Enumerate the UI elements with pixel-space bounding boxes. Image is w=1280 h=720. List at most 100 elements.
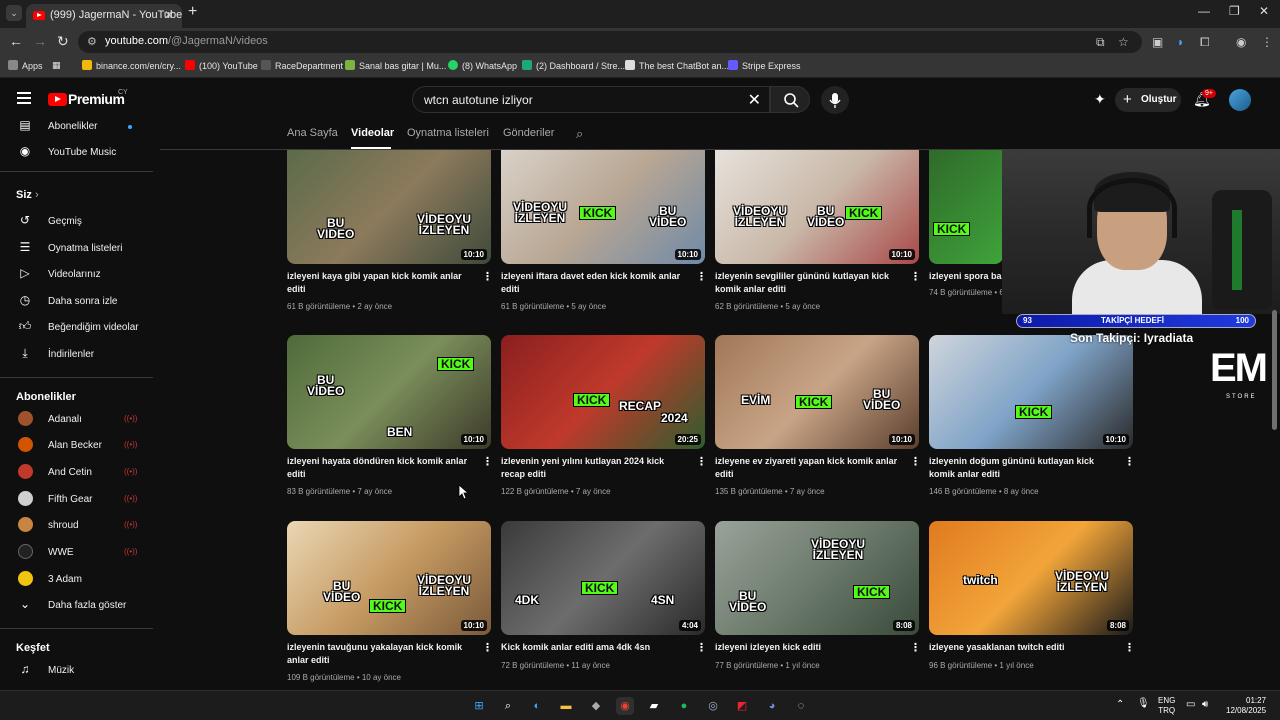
video-more-options-icon[interactable]: ⋮ xyxy=(696,455,707,468)
sidebar-item-watch-later[interactable]: ◷ Daha sonra izle xyxy=(0,291,153,313)
video-thumbnail[interactable]: KICK RECAP 2024 20:25 xyxy=(501,335,705,449)
sidebar-sub-and-cetin[interactable]: And Cetin ((•)) xyxy=(0,462,153,484)
tray-overflow-icon[interactable]: ⌃ xyxy=(1116,700,1124,710)
extensions-puzzle-icon[interactable]: ⧠ xyxy=(1200,35,1210,50)
video-thumbnail[interactable]: twitch VİDEOYU İZLEYEN 8:08 xyxy=(929,521,1133,635)
sidebar-item-subscriptions[interactable]: ▤ Abonelikler xyxy=(0,116,153,138)
bookmark-dashboard[interactable]: (2) Dashboard / Stre... xyxy=(522,60,625,71)
sidebar-item-history[interactable]: ↺ Geçmiş xyxy=(0,211,153,233)
video-more-options-icon[interactable]: ⋮ xyxy=(910,455,921,468)
microphone-tray-icon[interactable]: 🎙︎ xyxy=(1137,699,1150,709)
video-title[interactable]: izleyenin sevgililer gününü kutlayan kic… xyxy=(715,270,903,296)
network-icon[interactable]: ▭ xyxy=(1186,700,1195,710)
restore-icon[interactable]: ❐ xyxy=(1229,4,1240,18)
sidebar-sub-3-adam[interactable]: 3 Adam xyxy=(0,569,153,591)
sidebar-item-liked-videos[interactable]: 👍︎ Beğendiğim videolar xyxy=(0,317,153,339)
sidebar-sub-fifth-gear[interactable]: Fifth Gear ((•)) xyxy=(0,489,153,511)
tab-playlists[interactable]: Oynatma listeleri xyxy=(407,127,489,139)
video-thumbnail[interactable]: VİDEOYU İZLEYEN KICK BU VİDEO 10:10 xyxy=(501,150,705,264)
create-button[interactable]: + Oluştur xyxy=(1115,88,1181,112)
video-thumbnail[interactable]: BU VİDEO KICK BEN 10:10 xyxy=(287,335,491,449)
edge-icon[interactable]: ◐ xyxy=(528,697,546,715)
account-avatar[interactable] xyxy=(1229,89,1251,111)
tab-posts[interactable]: Gönderiler xyxy=(503,127,554,139)
video-title[interactable]: izleyenin tavuğunu yakalayan kick komik … xyxy=(287,641,475,667)
obs-icon[interactable]: ◌ xyxy=(792,697,810,715)
video-thumbnail[interactable]: EVİM KICK BU VİDEO 10:10 xyxy=(715,335,919,449)
install-app-icon[interactable]: ⧉ xyxy=(1096,35,1105,50)
browser-tab-youtube[interactable]: (999) JagermaN - YouTube ✕ xyxy=(26,4,182,28)
chrome-icon[interactable]: ◉ xyxy=(616,697,634,715)
tab-close-icon[interactable]: ✕ xyxy=(164,8,174,22)
sidebar-item-your-videos[interactable]: ▷ Videolarınız xyxy=(0,264,153,286)
terminal-icon[interactable]: ▰ xyxy=(645,697,663,715)
video-title[interactable]: izleyene ev ziyareti yapan kick komik an… xyxy=(715,455,903,481)
spotify-icon[interactable]: ● xyxy=(675,697,693,715)
search-input[interactable]: wtcn autotune izliyor ✕ xyxy=(412,86,770,113)
profile-icon[interactable]: ◉ xyxy=(1236,35,1246,49)
window-close-icon[interactable]: ✕ xyxy=(1259,4,1269,18)
video-thumbnail[interactable]: KICK 10:10 xyxy=(929,335,1133,449)
video-more-options-icon[interactable]: ⋮ xyxy=(910,270,921,283)
clear-search-icon[interactable]: ✕ xyxy=(748,90,761,110)
premium-badge-icon[interactable]: ✦ xyxy=(1094,91,1106,108)
video-title[interactable]: izleyene yasaklanan twitch editi xyxy=(929,641,1117,654)
tab-home[interactable]: Ana Sayfa xyxy=(287,127,338,139)
sidebar-item-playlists[interactable]: ☰ Oynatma listeleri xyxy=(0,238,153,260)
discord-icon[interactable]: ◕ xyxy=(763,697,781,715)
sidebar-you-heading[interactable]: Siz › xyxy=(16,189,39,201)
video-thumbnail[interactable]: KICK xyxy=(929,150,1003,264)
video-thumbnail[interactable]: VİDEOYU İZLEYEN BU VİDEO KICK 10:10 xyxy=(715,150,919,264)
voice-search-button[interactable] xyxy=(821,86,849,114)
sidebar-show-more[interactable]: ⌄ Daha fazla göster xyxy=(0,595,153,617)
sidebar-item-youtube-music[interactable]: ◉ YouTube Music xyxy=(0,142,153,164)
video-title[interactable]: izleyenin doğum gününü kutlayan kick kom… xyxy=(929,455,1117,481)
page-scrollbar[interactable] xyxy=(1272,310,1277,430)
video-thumbnail[interactable]: BU VIDEO VİDEOYU İZLEYEN 10:10 xyxy=(287,150,491,264)
extension-1-icon[interactable]: ▣ xyxy=(1152,35,1163,49)
video-title[interactable]: Kick komik anlar editi ama 4dk 4sn xyxy=(501,641,689,654)
video-more-options-icon[interactable]: ⋮ xyxy=(482,641,493,654)
sidebar-sub-adanali[interactable]: Adanalı ((•)) xyxy=(0,409,153,431)
extension-2-icon[interactable]: ◗ xyxy=(1177,35,1184,49)
video-title[interactable]: izlevenin yeni yılını kutlayan 2024 kick… xyxy=(501,455,689,481)
video-thumbnail[interactable]: 4DK KICK 4SN 4:04 xyxy=(501,521,705,635)
tab-videos[interactable]: Videolar xyxy=(351,127,394,139)
channel-search-icon[interactable]: ⌕ xyxy=(576,126,583,142)
bookmark-chatbot[interactable]: The best ChatBot an... xyxy=(625,60,729,71)
forward-icon[interactable]: → xyxy=(33,33,47,49)
video-title[interactable]: izleyeni spora baş xyxy=(929,270,1003,283)
video-title[interactable]: izleyeni hayata döndüren kick komik anla… xyxy=(287,455,475,481)
search-button[interactable] xyxy=(770,86,810,113)
sidebar-sub-alan-becker[interactable]: Alan Becker ((•)) xyxy=(0,435,153,457)
video-more-options-icon[interactable]: ⋮ xyxy=(1124,455,1135,468)
language-indicator[interactable]: ENG TRQ xyxy=(1158,696,1175,716)
windows-start-icon[interactable]: ⊞ xyxy=(470,697,488,715)
taskbar-search-icon[interactable]: ⌕ xyxy=(499,697,517,715)
sidebar-item-music[interactable]: ♫ Müzik xyxy=(0,660,153,682)
app-icon[interactable]: ◆ xyxy=(587,697,605,715)
file-explorer-icon[interactable]: ▬ xyxy=(557,697,575,715)
amd-icon[interactable]: ◩ xyxy=(733,697,751,715)
video-title[interactable]: izleyeni kaya gibi yapan kick komik anla… xyxy=(287,270,475,296)
premium-logo-text[interactable]: Premium xyxy=(68,91,125,107)
clock[interactable]: 01:27 12/08/2025 xyxy=(1226,696,1266,716)
sidebar-sub-shroud[interactable]: shroud ((•)) xyxy=(0,515,153,537)
back-icon[interactable]: ← xyxy=(9,33,23,49)
chrome-menu-icon[interactable]: ⋮ xyxy=(1261,35,1273,49)
minimize-icon[interactable]: — xyxy=(1198,4,1210,18)
bookmark-whatsapp[interactable]: (8) WhatsApp xyxy=(448,60,517,71)
video-thumbnail[interactable]: VİDEOYU İZLEYEN BU VİDEO KICK 8:08 xyxy=(715,521,919,635)
grid-icon[interactable]: ▦ xyxy=(52,60,61,71)
reload-icon[interactable]: ↻ xyxy=(57,33,69,50)
bookmark-binance[interactable]: binance.com/en/cry... xyxy=(82,60,181,71)
steam-icon[interactable]: ◎ xyxy=(704,697,722,715)
sidebar-item-downloads[interactable]: ⤓ İndirilenler xyxy=(0,344,153,366)
address-bar[interactable]: ⚙ youtube.com/@JagermaN/videos ⧉ ☆ xyxy=(78,31,1142,53)
bookmark-racedepartment[interactable]: RaceDepartment xyxy=(261,60,343,71)
tab-search-icon[interactable]: ⌄ xyxy=(6,5,22,21)
video-more-options-icon[interactable]: ⋮ xyxy=(482,455,493,468)
video-more-options-icon[interactable]: ⋮ xyxy=(482,270,493,283)
sidebar-sub-wwe[interactable]: WWE ((•)) xyxy=(0,542,153,564)
video-more-options-icon[interactable]: ⋮ xyxy=(1124,641,1135,654)
